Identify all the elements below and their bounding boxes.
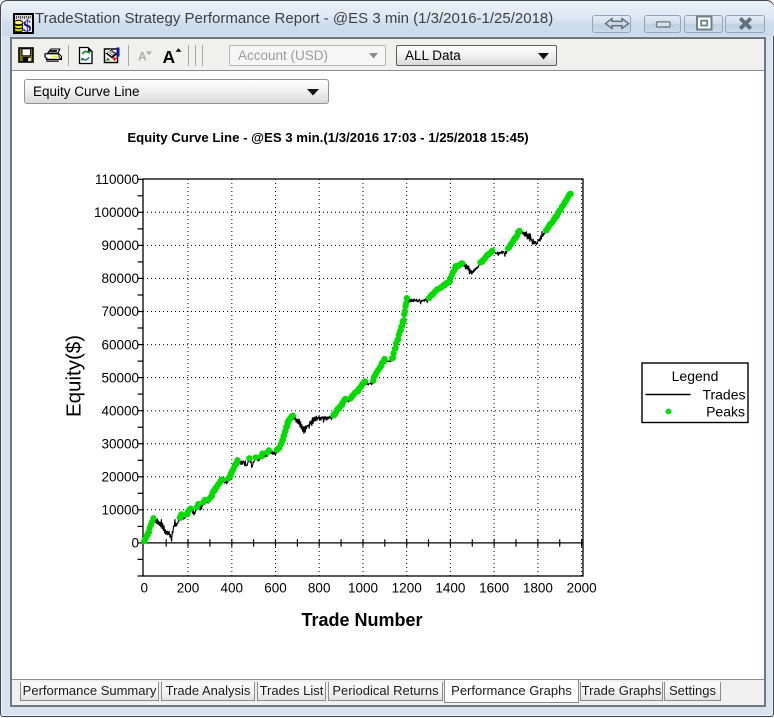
svg-text:600: 600 bbox=[264, 581, 287, 596]
svg-text:100000: 100000 bbox=[94, 205, 139, 220]
svg-text:800: 800 bbox=[308, 581, 331, 596]
svg-text:90000: 90000 bbox=[101, 238, 139, 253]
svg-text:Equity($): Equity($) bbox=[63, 335, 86, 417]
svg-text:2000: 2000 bbox=[567, 581, 597, 596]
svg-text:1600: 1600 bbox=[479, 581, 509, 596]
svg-text:50000: 50000 bbox=[101, 370, 139, 385]
svg-text:30000: 30000 bbox=[101, 436, 139, 451]
svg-text:60000: 60000 bbox=[101, 337, 139, 352]
svg-text:20000: 20000 bbox=[101, 470, 139, 485]
svg-text:Trades: Trades bbox=[702, 387, 745, 403]
svg-text:0: 0 bbox=[131, 536, 139, 551]
svg-text:Equity Curve Line - @ES 3 min.: Equity Curve Line - @ES 3 min.(1/3/2016 … bbox=[127, 130, 528, 145]
svg-text:400: 400 bbox=[221, 581, 244, 596]
svg-text:70000: 70000 bbox=[101, 304, 139, 319]
svg-text:Legend: Legend bbox=[672, 368, 719, 384]
svg-text:10000: 10000 bbox=[101, 503, 139, 518]
svg-text:1800: 1800 bbox=[523, 581, 553, 596]
svg-text:Trade Number: Trade Number bbox=[301, 610, 422, 630]
svg-text:110000: 110000 bbox=[95, 172, 139, 187]
svg-text:1000: 1000 bbox=[348, 581, 378, 596]
svg-text:40000: 40000 bbox=[101, 403, 139, 418]
svg-text:1200: 1200 bbox=[392, 581, 422, 596]
svg-text:200: 200 bbox=[177, 581, 200, 596]
svg-text:80000: 80000 bbox=[101, 271, 139, 286]
svg-text:0: 0 bbox=[141, 581, 149, 596]
svg-text:Peaks: Peaks bbox=[706, 404, 745, 420]
svg-text:1400: 1400 bbox=[435, 581, 465, 596]
